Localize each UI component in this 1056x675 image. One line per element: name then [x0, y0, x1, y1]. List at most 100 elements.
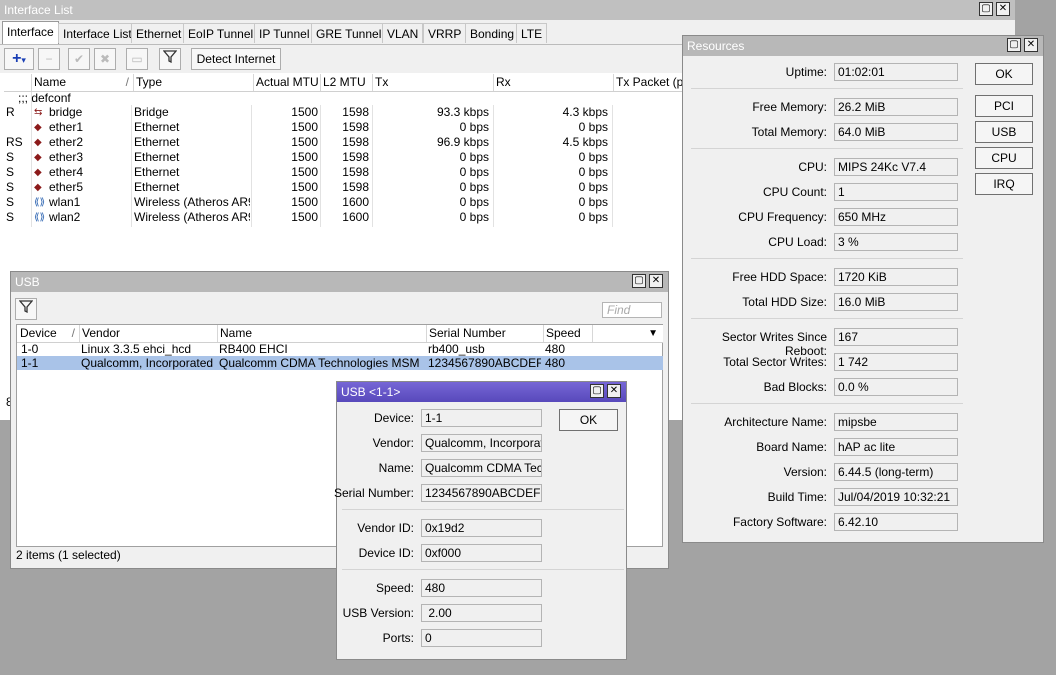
field-label: Total HDD Size: — [742, 295, 827, 309]
col-type[interactable]: Type — [133, 74, 253, 91]
col-l2-mtu[interactable]: L2 MTU — [320, 74, 372, 91]
usb-titlebar[interactable]: USB — [11, 272, 668, 292]
usb-detail-titlebar[interactable]: USB <1-1> — [337, 382, 626, 402]
rx-cell: 4.3 kbps — [562, 105, 608, 119]
col-device[interactable]: Device / — [17, 325, 79, 342]
rx-cell: 0 bps — [578, 165, 608, 179]
wireless-icon: ⟪⟫ — [34, 197, 46, 208]
field-value: hAP ac lite — [834, 438, 958, 456]
table-row[interactable]: RS ◆ ether2 Ethernet 1500 1598 96.9 kbps 4.5 kb… — [0, 135, 690, 150]
table-row[interactable]: S ◆ ether5 Ethernet 1500 1598 0 bps 0 bps — [0, 180, 690, 195]
type-cell: Ethernet — [134, 165, 180, 179]
table-row[interactable]: S ◆ ether4 Ethernet 1500 1598 0 bps 0 bps — [0, 165, 690, 180]
separator — [691, 148, 963, 149]
field-value: 0x19d2 — [421, 519, 542, 537]
field-label: CPU Frequency: — [738, 210, 827, 224]
table-row[interactable]: 1-0 Linux 3.3.5 ehci_hcd RB400 EHCI rb400_u… — [17, 342, 663, 356]
tab-eoip-tunnel[interactable]: EoIP Tunnel — [183, 23, 259, 43]
field-value: Qualcomm, Incorporated — [421, 434, 542, 452]
name-cell: bridge — [49, 105, 83, 119]
col-speed[interactable]: Speed — [543, 325, 592, 342]
name-cell: wlan2 — [49, 210, 81, 224]
table-row[interactable]: S ⟪⟫wlan1 Wireless (Atheros AR9... 1500 1600… — [0, 195, 690, 210]
tab-vrrp[interactable]: VRRP — [423, 23, 467, 43]
field-label: Total Memory: — [751, 125, 827, 139]
name-cell: ether2 — [49, 135, 84, 149]
comment-icon[interactable]: ▭ — [126, 48, 148, 70]
close-icon[interactable]: ✕ — [607, 384, 621, 398]
interface-table-header: Name / Type Actual MTU L2 MTU Tx Rx Tx Pa… — [4, 74, 694, 92]
maximize-icon[interactable]: ▢ — [979, 2, 993, 16]
tab-gre-tunnel[interactable]: GRE Tunnel — [311, 23, 387, 43]
tab-lte[interactable]: LTE — [516, 23, 548, 43]
device-cell: 1-1 — [21, 356, 39, 370]
name-cell: ether3 — [49, 150, 84, 164]
col-tx[interactable]: Tx — [372, 74, 493, 91]
rx-cell: 0 bps — [578, 120, 608, 134]
field-label: CPU Load: — [768, 235, 827, 249]
tab-interface[interactable]: Interface — [2, 21, 59, 44]
usb-button[interactable]: USB — [975, 121, 1033, 143]
separator — [691, 403, 963, 404]
type-cell: Wireless (Atheros AR9... — [134, 195, 250, 209]
col-rx[interactable]: Rx — [493, 74, 613, 91]
maximize-icon[interactable]: ▢ — [632, 274, 646, 288]
filter-icon[interactable] — [159, 48, 181, 70]
maximize-icon[interactable]: ▢ — [590, 384, 604, 398]
maximize-icon[interactable]: ▢ — [1007, 38, 1021, 52]
col-actual-mtu[interactable]: Actual MTU — [253, 74, 320, 91]
flag-cell: S — [6, 210, 15, 224]
tab-interface-list[interactable]: Interface List — [58, 23, 137, 43]
table-row[interactable]: R ⇆ bridge Bridge 1500 1598 93.3 kbps 4.3 kbps — [0, 105, 690, 120]
field-label: Board Name: — [756, 440, 827, 454]
filter-icon[interactable] — [15, 298, 37, 320]
close-icon[interactable]: ✕ — [649, 274, 663, 288]
pci-button[interactable]: PCI — [975, 95, 1033, 117]
find-input[interactable]: Find — [602, 302, 662, 318]
field-label: Sector Writes Since Reboot: — [721, 330, 827, 358]
table-row[interactable]: S ◆ ether3 Ethernet 1500 1598 0 bps 0 bps — [0, 150, 690, 165]
disable-x-icon[interactable]: ✖ — [94, 48, 116, 70]
table-row[interactable]: S ⟪⟫wlan2 Wireless (Atheros AR9... 1500 1600… — [0, 210, 690, 225]
name-cell: ether4 — [49, 165, 84, 179]
col-serial[interactable]: Serial Number — [426, 325, 543, 342]
interface-list-titlebar[interactable]: Interface List — [0, 0, 1015, 20]
tx-cell: 0 bps — [459, 165, 489, 179]
flag-cell: RS — [6, 135, 23, 149]
resources-titlebar[interactable]: Resources — [683, 36, 1043, 56]
close-icon[interactable]: ✕ — [1024, 38, 1038, 52]
mtu-cell: 1500 — [291, 105, 318, 119]
add-icon[interactable]: +▾ — [4, 48, 34, 70]
table-row[interactable]: 1-1 Qualcomm, Incorporated Qualcomm CDMA T… — [17, 356, 663, 370]
ethernet-icon: ◆ — [34, 122, 42, 133]
field-label: Free Memory: — [752, 100, 827, 114]
field-label: Ports: — [382, 631, 414, 645]
ok-button[interactable]: OK — [559, 409, 618, 431]
field-label: Device ID: — [358, 546, 414, 560]
detect-internet-button[interactable]: Detect Internet — [191, 48, 281, 70]
separator — [342, 569, 624, 570]
tab-vlan[interactable]: VLAN — [382, 23, 424, 43]
col-name[interactable]: Name — [217, 325, 426, 342]
col-vendor[interactable]: Vendor — [79, 325, 217, 342]
enable-check-icon[interactable]: ✔ — [68, 48, 90, 70]
tx-cell: 96.9 kbps — [436, 135, 489, 149]
vendor-cell: Qualcomm, Incorporated — [81, 356, 214, 370]
table-row[interactable]: ◆ ether1 Ethernet 1500 1598 0 bps 0 bps — [0, 120, 690, 135]
close-icon[interactable]: ✕ — [996, 2, 1010, 16]
tab-ip-tunnel[interactable]: IP Tunnel — [254, 23, 315, 43]
dropdown-arrow-icon[interactable]: ▼ — [648, 325, 658, 342]
tab-ethernet[interactable]: Ethernet — [131, 23, 187, 43]
flag-cell: R — [6, 105, 15, 119]
l2mtu-cell: 1598 — [342, 120, 369, 134]
irq-button[interactable]: IRQ — [975, 173, 1033, 195]
field-label: Version: — [783, 465, 827, 479]
tab-bonding[interactable]: Bonding — [465, 23, 520, 43]
l2mtu-cell: 1600 — [342, 210, 369, 224]
serial-cell: 1234567890ABCDEF — [428, 356, 541, 370]
field-value: Qualcomm CDMA Tec... — [421, 459, 542, 477]
remove-icon[interactable]: − — [38, 48, 60, 70]
ok-button[interactable]: OK — [975, 63, 1033, 85]
col-name[interactable]: Name / — [31, 74, 133, 91]
cpu-button[interactable]: CPU — [975, 147, 1033, 169]
